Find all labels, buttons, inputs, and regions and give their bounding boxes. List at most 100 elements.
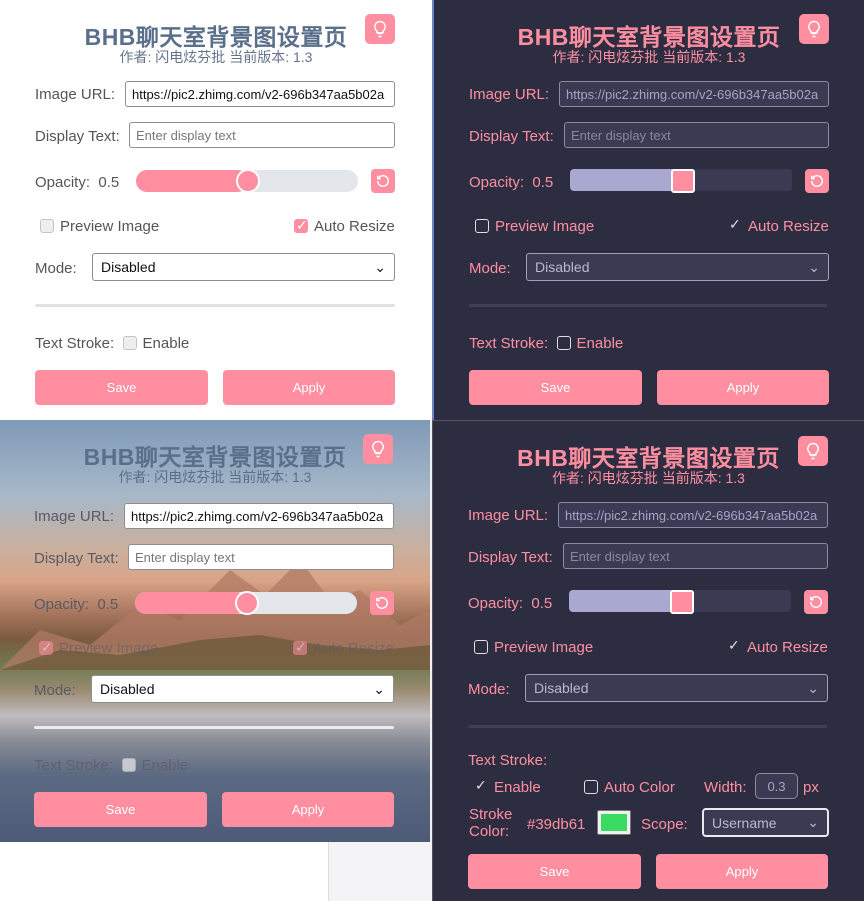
save-button[interactable]: Save [35,370,208,405]
text-stroke-option: Text Stroke: Enable [35,335,189,352]
display-text-input[interactable]: Enter display text [129,122,395,148]
preview-image-checkbox[interactable] [40,219,54,233]
display-text-label: Display Text: [469,128,554,145]
save-button[interactable]: Save [34,792,207,827]
opacity-label-text: Opacity: [35,174,91,191]
reset-icon [811,175,823,187]
apply-button[interactable]: Apply [222,792,394,827]
theme-toggle-button[interactable] [798,436,828,466]
display-text-input[interactable]: Enter display text [563,543,828,569]
preview-image-option[interactable]: Preview Image [474,639,593,656]
opacity-slider-thumb[interactable] [670,590,694,614]
opacity-slider-thumb[interactable] [671,169,695,193]
opacity-slider-fill [135,592,247,614]
theme-toggle-button[interactable] [365,14,395,44]
theme-toggle-button[interactable] [363,434,393,464]
text-stroke-option: Text Stroke: Enable [34,757,188,774]
opacity-reset-button[interactable] [371,169,395,193]
auto-color-option[interactable]: Auto Color [584,779,675,796]
preview-image-option[interactable]: Preview Image [40,218,159,235]
opacity-label: Opacity: 0.5 [34,596,118,613]
preview-image-option[interactable]: Preview Image [475,218,594,235]
stroke-color-picker[interactable] [597,810,631,835]
scope-select[interactable]: Username ⌄ [702,808,829,837]
opacity-slider-thumb[interactable] [235,591,259,615]
reset-icon [376,597,388,609]
stroke-color-swatch [601,814,627,831]
display-text-input[interactable]: Enter display text [564,122,829,148]
auto-resize-label: Auto Resize [747,639,828,656]
image-url-input[interactable]: https://pic2.zhimg.com/v2-696b347aa5b02a [125,81,395,107]
auto-resize-checkbox[interactable]: ✓ [727,637,741,654]
preview-image-label: Preview Image [59,640,159,657]
settings-panel-dark-stroke: BHB聊天室背景图设置页 作者: 闪电炫芬批 当前版本: 1.3 Image U… [432,420,864,901]
opacity-label-text: Opacity: [34,596,90,613]
image-url-input[interactable]: https://pic2.zhimg.com/v2-696b347aa5b02a [124,503,394,529]
apply-button[interactable]: Apply [223,370,395,405]
stroke-width-input[interactable]: 0.3 [755,773,798,799]
display-text-input[interactable]: Enter display text [128,544,394,570]
chevron-down-icon: ⌄ [807,814,819,830]
page-subtitle: 作者: 闪电炫芬批 当前版本: 1.3 [118,469,312,485]
auto-resize-option[interactable]: ✓ Auto Resize [294,217,395,235]
lightbulb-icon [372,440,384,458]
opacity-label-text: Opacity: [469,174,525,191]
divider [34,726,394,729]
auto-resize-option[interactable]: ✓ Auto Resize [728,216,829,235]
auto-color-checkbox[interactable] [584,780,598,794]
mode-select[interactable]: Disabled ⌄ [92,253,395,281]
apply-button[interactable]: Apply [656,854,828,889]
auto-resize-label: Auto Resize [748,218,829,235]
preview-image-option[interactable]: ✓ Preview Image [39,639,159,657]
auto-resize-checkbox[interactable]: ✓ [294,217,308,233]
lightbulb-icon [374,20,386,38]
mode-select[interactable]: Disabled ⌄ [525,674,828,702]
image-url-label: Image URL: [468,507,549,524]
display-text-label: Display Text: [468,549,553,566]
auto-resize-option[interactable]: ✓ Auto Resize [727,637,828,656]
display-text-placeholder: Enter display text [136,127,236,143]
text-stroke-enable-checkbox[interactable] [122,336,137,350]
mode-select[interactable]: Disabled ⌄ [526,253,829,281]
divider [35,304,395,307]
image-url-input[interactable]: https://pic2.zhimg.com/v2-696b347aa5b02a [559,81,829,107]
text-stroke-enable-option[interactable]: ✓ Enable [474,777,541,796]
divider [468,725,827,728]
text-stroke-label: Text Stroke: [469,335,549,352]
save-button[interactable]: Save [469,370,642,405]
stroke-width-unit: px [803,779,819,796]
opacity-reset-button[interactable] [805,169,829,193]
text-stroke-enable-label: Enable [142,335,190,352]
opacity-value: 0.5 [98,174,120,191]
preview-image-label: Preview Image [60,218,160,235]
text-stroke-enable-checkbox[interactable] [556,336,571,350]
chevron-down-icon: ⌄ [374,258,386,275]
opacity-reset-button[interactable] [370,591,394,615]
preview-image-checkbox[interactable] [474,640,488,654]
mode-select[interactable]: Disabled ⌄ [91,675,394,703]
apply-button[interactable]: Apply [657,370,829,405]
preview-image-checkbox[interactable]: ✓ [39,639,53,655]
auto-resize-option[interactable]: ✓ Auto Resize [293,639,394,657]
page-subtitle: 作者: 闪电炫芬批 当前版本: 1.3 [552,49,746,65]
stroke-color-label-line1: Stroke [469,806,513,823]
preview-image-checkbox[interactable] [475,219,489,233]
save-button[interactable]: Save [468,854,641,889]
scope-select-value: Username [712,814,777,831]
display-text-placeholder: Enter display text [135,549,235,565]
opacity-label: Opacity: 0.5 [468,595,552,612]
theme-toggle-button[interactable] [799,14,829,44]
opacity-slider-thumb[interactable] [236,169,260,193]
text-stroke-enable-checkbox[interactable] [121,758,136,772]
auto-resize-checkbox[interactable]: ✓ [293,639,307,655]
auto-resize-checkbox[interactable]: ✓ [728,216,742,233]
chevron-down-icon: ⌄ [808,258,820,275]
mode-select-value: Disabled [100,681,155,697]
text-stroke-enable-checkbox[interactable]: ✓ [474,777,488,794]
image-url-input[interactable]: https://pic2.zhimg.com/v2-696b347aa5b02a [558,502,828,528]
chevron-down-icon: ⌄ [373,680,385,697]
mode-label: Mode: [468,681,510,698]
opacity-slider-fill [136,170,248,192]
opacity-reset-button[interactable] [804,590,828,614]
reset-icon [377,175,389,187]
